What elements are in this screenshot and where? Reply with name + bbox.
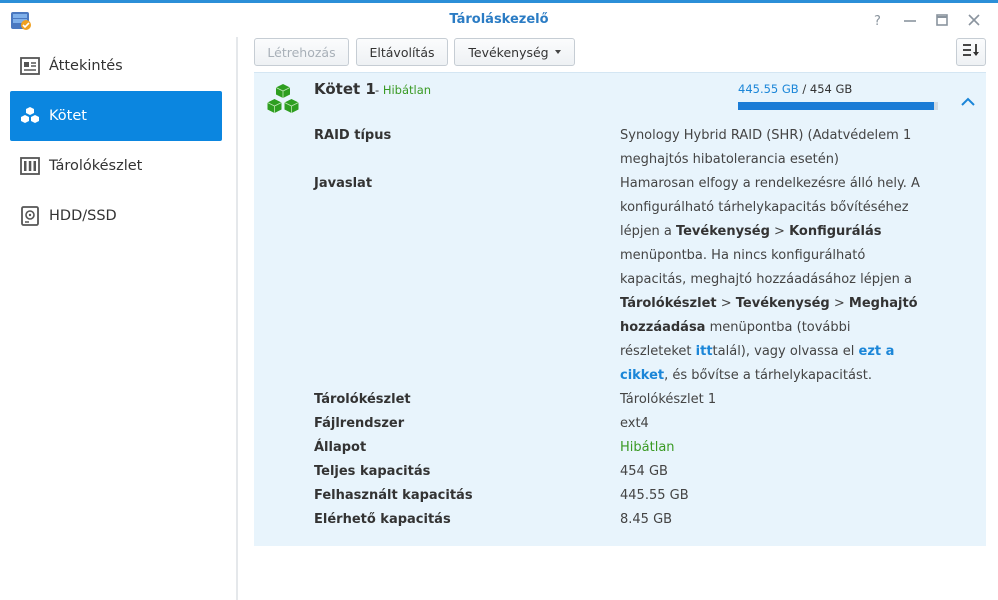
detail-value: 454 GB: [620, 464, 668, 479]
detail-value: 8.45 GB: [620, 512, 673, 527]
sidebar-item-label: HDD/SSD: [49, 208, 117, 224]
storage-pool-icon: [20, 156, 40, 176]
detail-row-available: Elérhető kapacitás 8.45 GB: [314, 508, 986, 532]
action-menu-label: Tevékenység: [468, 44, 549, 60]
detail-value: Tárolókészlet 1: [620, 392, 717, 407]
title-bar: Tároláskezelő ?: [0, 3, 998, 37]
detail-row-raid: RAID típus Synology Hybrid RAID (SHR) (A…: [314, 124, 986, 172]
minimize-icon[interactable]: [901, 11, 919, 29]
capacity-bar-fill: [738, 102, 935, 110]
detail-label: RAID típus: [314, 128, 392, 143]
window-title: Tároláskezelő: [449, 12, 549, 27]
close-icon[interactable]: [965, 11, 983, 29]
capacity-summary: 445.55 GB / 454 GB: [738, 82, 852, 96]
suggestion-fragment: >: [769, 224, 790, 239]
hdd-icon: [20, 206, 40, 226]
detail-row-status: Állapot Hibátlan: [314, 436, 986, 460]
used-capacity: 445.55 GB: [738, 82, 799, 96]
detail-row-used: Felhasznált kapacitás 445.55 GB: [314, 484, 986, 508]
sidebar-item-storage-pool[interactable]: Tárolókészlet: [10, 141, 222, 191]
suggestion-emphasis: Tevékenység: [675, 224, 770, 239]
svg-text:?: ?: [874, 14, 881, 29]
sidebar-item-volume[interactable]: Kötet: [10, 91, 222, 141]
detail-label: Állapot: [314, 440, 367, 455]
detail-label: Felhasznált kapacitás: [314, 488, 473, 503]
sidebar-item-overview[interactable]: Áttekintés: [10, 41, 222, 91]
volume-title: Kötet 1: [314, 80, 376, 98]
remove-button[interactable]: Eltávolítás: [356, 38, 448, 66]
sidebar-item-label: Tárolókészlet: [49, 158, 143, 174]
detail-row-filesystem: Fájlrendszer ext4: [314, 412, 986, 436]
suggestion-fragment: , és bővítse a tárhelykapacitást.: [664, 368, 872, 383]
volume-cubes-icon: [20, 106, 40, 126]
volume-cubes-icon: [265, 83, 301, 117]
sidebar-item-hdd-ssd[interactable]: HDD/SSD: [10, 191, 222, 241]
maximize-icon[interactable]: [933, 11, 951, 29]
capacity-bar: [738, 102, 938, 110]
detail-label: Elérhető kapacitás: [314, 512, 451, 527]
detail-label: Fájlrendszer: [314, 416, 405, 431]
detail-value: 445.55 GB: [620, 488, 689, 503]
help-link-here[interactable]: itt: [696, 344, 713, 359]
status-separator: -: [375, 83, 383, 97]
suggestion-emphasis: Tárolókészlet: [620, 296, 717, 311]
suggestion-fragment: talál), vagy olvassa el: [712, 344, 859, 359]
overview-icon: [20, 56, 40, 76]
detail-label: Teljes kapacitás: [314, 464, 431, 479]
detail-row-total: Teljes kapacitás 454 GB: [314, 460, 986, 484]
sidebar-item-label: Áttekintés: [49, 58, 123, 74]
volume-status: - Hibátlan: [375, 83, 431, 97]
detail-value: Synology Hybrid RAID (SHR) (Adatvédelem …: [620, 128, 912, 167]
volume-panel: Kötet 1 - Hibátlan 445.55 GB / 454 GB RA…: [254, 72, 986, 546]
sidebar: Áttekintés Kötet Tárolókészlet HDD/SSD: [0, 37, 236, 600]
sort-button[interactable]: [956, 38, 986, 66]
suggestion-text: Hamarosan elfogy a rendelkezésre álló he…: [620, 172, 926, 388]
capacity-separator: /: [798, 82, 810, 96]
help-icon[interactable]: ?: [869, 11, 887, 29]
detail-row-pool: Tárolókészlet Tárolókészlet 1: [314, 388, 986, 412]
detail-row-suggestion: Javaslat Hamarosan elfogy a rendelkezésr…: [314, 172, 986, 388]
volume-details: RAID típus Synology Hybrid RAID (SHR) (A…: [314, 124, 986, 532]
sort-icon: [962, 42, 980, 62]
detail-value: ext4: [620, 416, 649, 431]
sidebar-divider: [236, 37, 238, 600]
suggestion-fragment: >: [829, 296, 849, 311]
suggestion-emphasis: Konfigurálás: [789, 224, 882, 239]
status-badge: Hibátlan: [620, 440, 675, 455]
chevron-up-icon[interactable]: [960, 93, 976, 106]
create-button[interactable]: Létrehozás: [254, 38, 349, 66]
action-menu-button[interactable]: Tevékenység: [454, 38, 575, 66]
suggestion-fragment: >: [716, 296, 736, 311]
detail-label: Javaslat: [314, 176, 373, 191]
suggestion-fragment: menüpontba. Ha nincs konfigurálható kapa…: [620, 248, 912, 287]
detail-label: Tárolókészlet: [314, 392, 411, 407]
volume-status-text: Hibátlan: [382, 83, 432, 97]
suggestion-emphasis: Tevékenység: [735, 296, 830, 311]
total-capacity: 454 GB: [809, 82, 853, 96]
sidebar-item-label: Kötet: [49, 108, 87, 124]
chevron-down-icon: [554, 50, 561, 54]
